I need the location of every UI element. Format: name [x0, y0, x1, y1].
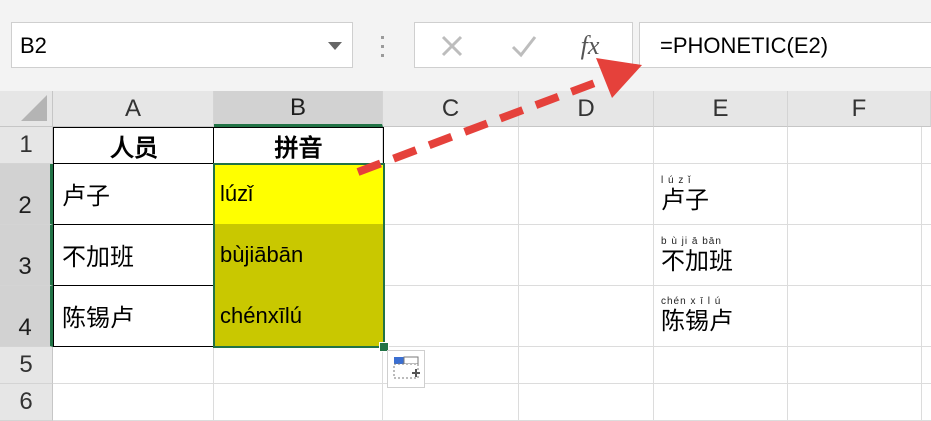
formula-value: =PHONETIC(E2) [660, 33, 829, 58]
name-box-value: B2 [20, 33, 47, 58]
row-header-6[interactable]: 6 [0, 384, 53, 421]
column-header-e[interactable]: E [654, 91, 788, 127]
phonetic-guide: b ù ji ā bān [661, 236, 722, 247]
dashed-arrow-annotation [356, 58, 642, 176]
cell-e2[interactable]: l ú z ǐ 卢子 [661, 175, 709, 215]
row-header-1[interactable]: 1 [0, 127, 53, 164]
row-header-5[interactable]: 5 [0, 347, 53, 384]
phonetic-guide: l ú z ǐ [661, 175, 692, 186]
cell-e4[interactable]: chén x ī l ú 陈锡卢 [661, 296, 733, 336]
select-all-triangle-icon [21, 95, 47, 121]
phonetic-text: 陈锡卢 [661, 308, 733, 335]
formula-input[interactable]: =PHONETIC(E2) [639, 22, 931, 68]
column-header-a[interactable]: A [53, 91, 214, 127]
phonetic-text: 不加班 [661, 248, 733, 275]
cell-a2[interactable]: 卢子 [53, 163, 214, 225]
phonetic-guide: chén x ī l ú [661, 296, 722, 307]
row-header-2[interactable]: 2 [0, 164, 53, 225]
cell-a1[interactable]: 人员 [53, 127, 214, 164]
row-header-4[interactable]: 4 [0, 286, 53, 347]
cell-a4[interactable]: 陈锡卢 [53, 285, 214, 347]
selection-border [213, 163, 385, 348]
row-header-3[interactable]: 3 [0, 225, 53, 286]
auto-fill-options-button[interactable] [387, 350, 425, 388]
column-header-f[interactable]: F [788, 91, 931, 127]
select-all-button[interactable] [0, 91, 53, 127]
name-box[interactable]: B2 [11, 22, 353, 68]
cell-e3[interactable]: b ù ji ā bān 不加班 [661, 236, 733, 276]
cell-a3[interactable]: 不加班 [53, 224, 214, 286]
phonetic-text: 卢子 [661, 187, 709, 214]
paste-options-icon [393, 356, 420, 379]
